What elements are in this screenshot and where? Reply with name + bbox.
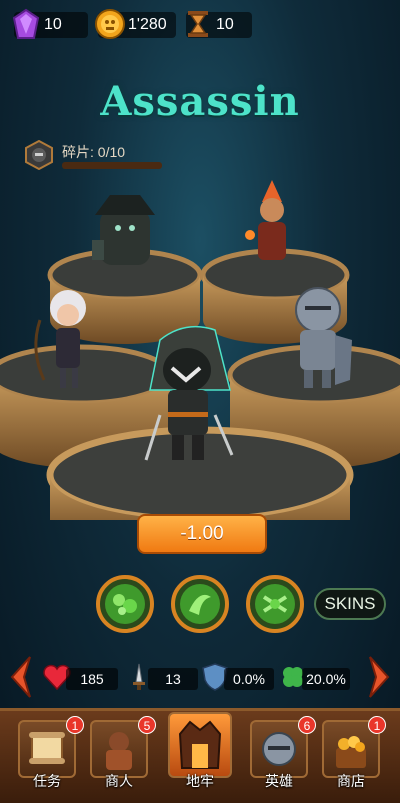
skill-toxic-blades-icon[interactable]	[246, 575, 304, 633]
tokens-value: 10	[216, 16, 234, 33]
nav-heroes-label: 英雄	[265, 773, 293, 789]
next-hero-arrow-icon[interactable]	[366, 655, 392, 699]
health-stat: 185	[66, 668, 118, 690]
shards-progress-bar	[62, 162, 162, 169]
unlock-price-button[interactable]: -1.00	[137, 514, 267, 554]
previous-hero-arrow-icon[interactable]	[8, 655, 34, 699]
nav-shop-label: 商店	[337, 773, 365, 789]
nav-dungeon-label: 地牢	[186, 773, 214, 789]
skill-shadow-strike-icon[interactable]	[171, 575, 229, 633]
attack-stat: 13	[148, 668, 198, 690]
skins-button[interactable]: SKINS	[314, 588, 386, 620]
nav-dungeon-button[interactable]	[168, 712, 232, 778]
hero-stage	[0, 180, 400, 520]
merchant-icon	[106, 732, 132, 770]
coin-icon	[95, 9, 125, 39]
tokens-counter[interactable]: 10	[186, 11, 252, 38]
gems-value: 10	[44, 16, 62, 33]
locked-hero-pyromancer[interactable]	[245, 180, 286, 260]
gems-counter[interactable]: 10	[12, 8, 88, 39]
hero-name: Assassin	[100, 78, 300, 125]
dungeon-gate-icon	[178, 720, 222, 769]
nav-merchant-label: 商人	[105, 773, 133, 789]
luck-stat: 20.0%	[302, 668, 350, 690]
currency-bar: 10 1'280 10	[0, 0, 400, 50]
helmet-icon	[262, 732, 296, 766]
nav-quests-label: 任务	[33, 773, 61, 789]
shards-label: 碎片: 0/10	[62, 144, 126, 160]
merchant-badge: 5	[138, 716, 156, 734]
hourglass-icon	[188, 11, 208, 37]
hero-shard-icon	[25, 140, 53, 170]
locked-hero-shaman[interactable]	[92, 195, 155, 265]
shop-badge: 1	[368, 716, 386, 734]
gem-icon	[12, 8, 40, 39]
coins-value: 1'280	[128, 16, 167, 33]
heroes-badge: 6	[298, 716, 316, 734]
coins-counter[interactable]: 1'280	[95, 9, 176, 39]
scroll-icon	[29, 732, 65, 764]
quests-badge: 1	[66, 716, 84, 734]
defense-stat: 0.0%	[224, 668, 274, 690]
skill-poison-cloud-icon[interactable]	[96, 575, 154, 633]
